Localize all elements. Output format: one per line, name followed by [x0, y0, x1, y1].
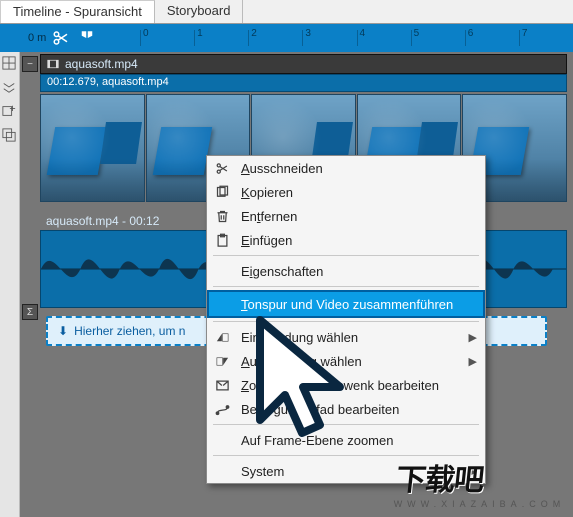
chevron-right-icon: ▶: [469, 355, 477, 368]
fade-out-icon: [213, 352, 231, 370]
menu-cut[interactable]: Ausschneiden: [207, 156, 485, 180]
clip-filename: aquasoft.mp4: [65, 57, 138, 71]
menu-merge-audio-video[interactable]: Tonspur und Video zusammenführen: [207, 290, 485, 318]
blank-icon: [213, 462, 231, 480]
film-icon: [47, 58, 59, 70]
zoom-pan-icon: [213, 376, 231, 394]
ruler-ticks: 0 1 2 3 4 5 6 7: [140, 24, 573, 52]
menu-separator: [213, 255, 479, 256]
thumb-1: [40, 94, 145, 202]
clip-time-label[interactable]: 00:12.679, aquasoft.mp4: [40, 74, 567, 92]
left-toolbar: [0, 52, 20, 517]
menu-properties[interactable]: Eigenschaften: [207, 259, 485, 283]
menu-frame-zoom[interactable]: Auf Frame-Ebene zoomen: [207, 428, 485, 452]
watermark-text: 下载吧: [394, 464, 484, 497]
menu-separator: [213, 321, 479, 322]
watermark: 下载吧 WWW.XIAZAIBA.COM: [393, 455, 570, 509]
menu-separator: [213, 424, 479, 425]
blank-icon: [213, 262, 231, 280]
collapse-icon[interactable]: [2, 80, 18, 96]
menu-copy[interactable]: Kopieren: [207, 180, 485, 204]
add-track-icon[interactable]: [2, 104, 18, 120]
layers-icon[interactable]: [2, 128, 18, 144]
menu-motion-path[interactable]: Bewegungspfad bearbeiten: [207, 397, 485, 421]
scissors-icon: [213, 159, 231, 177]
drop-hint-text: Hierher ziehen, um n: [74, 324, 185, 338]
menu-fade-in[interactable]: Einblendung wählen ▶: [207, 325, 485, 349]
tab-storyboard[interactable]: Storyboard: [155, 0, 244, 23]
down-arrow-icon: ⬇: [58, 324, 68, 338]
menu-separator: [213, 286, 479, 287]
grid-icon[interactable]: [2, 56, 18, 72]
menu-zoom-pan[interactable]: Zoom/Kameraschwenk bearbeiten: [207, 373, 485, 397]
trash-icon: [213, 207, 231, 225]
menu-paste[interactable]: Einfügen: [207, 228, 485, 252]
scissors-icon[interactable]: [50, 27, 72, 49]
chevron-right-icon: ▶: [469, 331, 477, 344]
copy-icon: [213, 183, 231, 201]
tab-timeline[interactable]: Timeline - Spuransicht: [0, 0, 155, 23]
menu-fade-out[interactable]: Ausblendung wählen ▶: [207, 349, 485, 373]
view-tabs: Timeline - Spuransicht Storyboard: [0, 0, 573, 24]
audio-track-handle[interactable]: Σ: [22, 304, 38, 320]
shield-split-icon[interactable]: [76, 27, 98, 49]
clipboard-icon: [213, 231, 231, 249]
clip-header[interactable]: aquasoft.mp4: [40, 54, 567, 74]
blank-icon: [213, 295, 231, 313]
menu-remove[interactable]: Entfernen: [207, 204, 485, 228]
context-menu: Ausschneiden Kopieren Entfernen Einfügen…: [206, 155, 486, 484]
motion-path-icon: [213, 400, 231, 418]
ruler-pos: 0 m: [28, 32, 46, 44]
video-track-handle[interactable]: −: [22, 56, 38, 72]
timeline-ruler[interactable]: 0 m 0 1 2 3 4 5 6 7: [0, 24, 573, 52]
watermark-url: WWW.XIAZAIBA.COM: [393, 499, 564, 509]
fade-in-icon: [213, 328, 231, 346]
blank-icon: [213, 431, 231, 449]
